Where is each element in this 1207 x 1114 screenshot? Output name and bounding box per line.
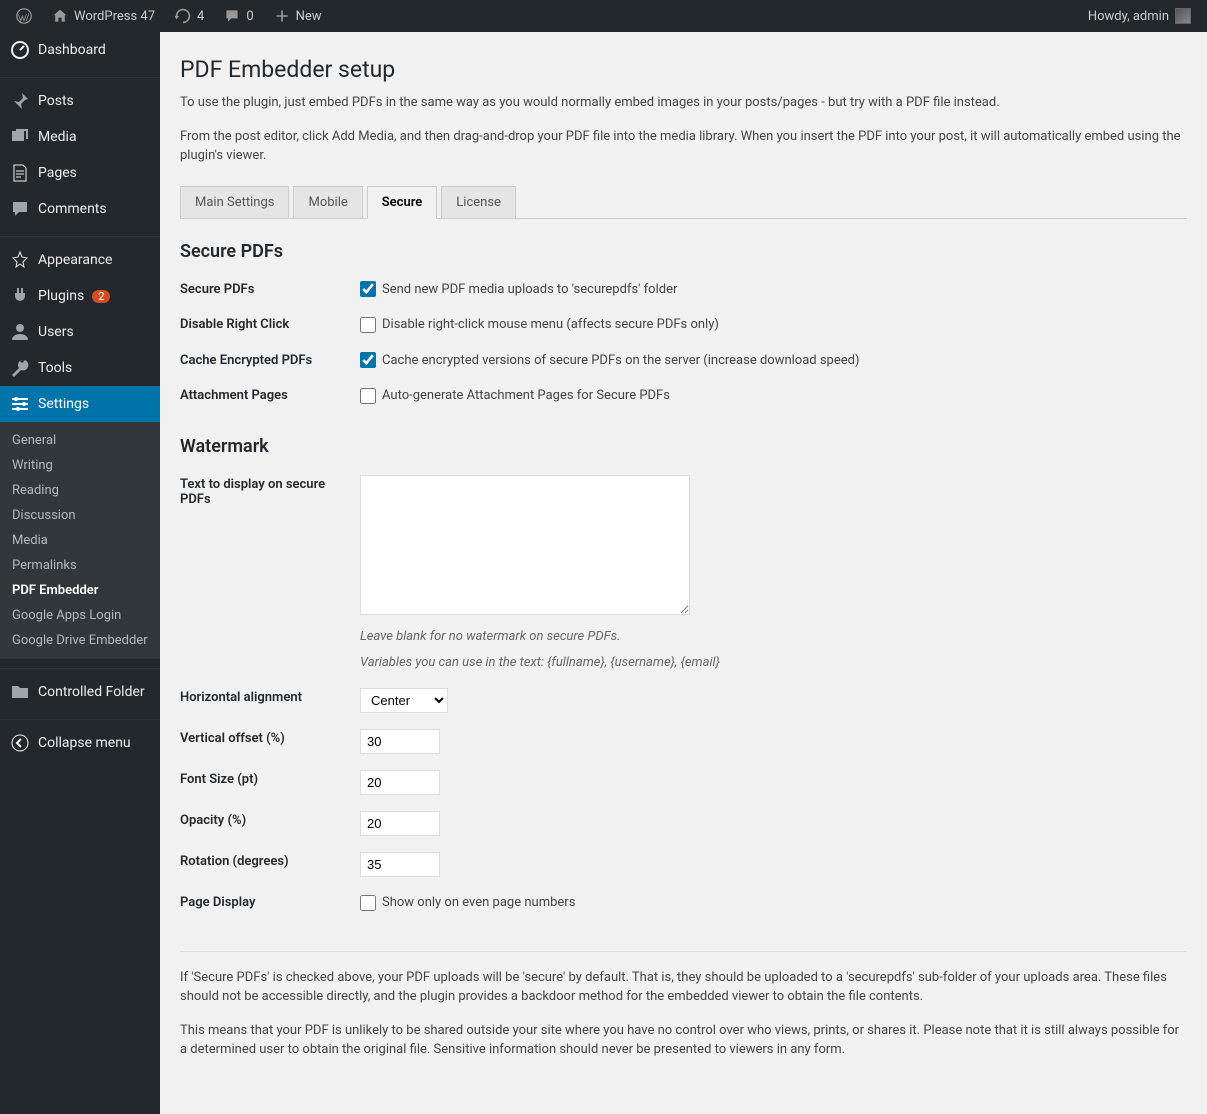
media-icon xyxy=(10,127,30,147)
menu-plugins[interactable]: Plugins2 xyxy=(0,278,160,314)
rotation-label: Rotation (degrees) xyxy=(180,844,350,885)
secure-pdfs-checkbox[interactable] xyxy=(360,281,376,297)
main-content: PDF Embedder setup To use the plugin, ju… xyxy=(160,32,1207,1114)
howdy-text: Howdy, admin xyxy=(1088,9,1169,24)
plus-icon xyxy=(274,8,290,24)
disable-rc-row[interactable]: Disable right-click mouse menu (affects … xyxy=(360,317,719,332)
wordpress-icon xyxy=(16,8,32,24)
folder-icon xyxy=(10,682,30,702)
sub-google-drive[interactable]: Google Drive Embedder xyxy=(0,628,160,653)
menu-appearance[interactable]: Appearance xyxy=(0,242,160,278)
menu-controlled-folder[interactable]: Controlled Folder xyxy=(0,674,160,710)
sub-general[interactable]: General xyxy=(0,428,160,453)
sub-writing[interactable]: Writing xyxy=(0,453,160,478)
pagedisplay-row[interactable]: Show only on even page numbers xyxy=(360,895,575,910)
opacity-label: Opacity (%) xyxy=(180,803,350,844)
updates-icon xyxy=(175,8,191,24)
footer-p2: This means that your PDF is unlikely to … xyxy=(180,1021,1187,1060)
fontsize-input[interactable] xyxy=(360,770,440,795)
pagedisplay-checkbox[interactable] xyxy=(360,895,376,911)
plugins-badge: 2 xyxy=(92,290,110,303)
tab-license[interactable]: License xyxy=(441,186,516,219)
sub-discussion[interactable]: Discussion xyxy=(0,503,160,528)
tab-secure[interactable]: Secure xyxy=(367,186,438,219)
attach-row[interactable]: Auto-generate Attachment Pages for Secur… xyxy=(360,388,670,403)
divider xyxy=(180,951,1187,952)
avatar xyxy=(1175,8,1191,24)
cache-checkbox[interactable] xyxy=(360,352,376,368)
site-name: WordPress 47 xyxy=(74,9,155,24)
tools-icon xyxy=(10,358,30,378)
attach-label: Attachment Pages xyxy=(180,378,350,414)
updates-link[interactable]: 4 xyxy=(167,0,212,32)
wp-logo[interactable] xyxy=(8,0,40,32)
cache-row[interactable]: Cache encrypted versions of secure PDFs … xyxy=(360,353,860,368)
wm-text-input[interactable] xyxy=(360,475,690,615)
users-icon xyxy=(10,322,30,342)
plugin-icon xyxy=(10,286,30,306)
tab-mobile[interactable]: Mobile xyxy=(293,186,362,219)
halign-select[interactable]: Center xyxy=(360,688,448,713)
footer-p1: If 'Secure PDFs' is checked above, your … xyxy=(180,968,1187,1007)
disable-rc-label: Disable Right Click xyxy=(180,307,350,343)
admin-bar: WordPress 47 4 0 New Howdy, admin xyxy=(0,0,1207,32)
settings-submenu: General Writing Reading Discussion Media… xyxy=(0,422,160,659)
settings-tabs: Main Settings Mobile Secure License xyxy=(180,186,1187,219)
menu-settings[interactable]: Settings xyxy=(0,386,160,422)
secure-heading: Secure PDFs xyxy=(180,241,1187,262)
voffset-label: Vertical offset (%) xyxy=(180,721,350,762)
collapse-menu[interactable]: Collapse menu xyxy=(0,725,160,761)
updates-count: 4 xyxy=(197,9,204,24)
wm-hint2: Variables you can use in the text: {full… xyxy=(360,653,1177,673)
sub-media[interactable]: Media xyxy=(0,528,160,553)
home-icon xyxy=(52,8,68,24)
comments-link[interactable]: 0 xyxy=(216,0,261,32)
halign-label: Horizontal alignment xyxy=(180,680,350,721)
tab-main[interactable]: Main Settings xyxy=(180,186,289,219)
menu-media[interactable]: Media xyxy=(0,119,160,155)
sub-pdf-embedder[interactable]: PDF Embedder xyxy=(0,578,160,603)
site-link[interactable]: WordPress 47 xyxy=(44,0,163,32)
dashboard-icon xyxy=(10,40,30,60)
disable-rc-checkbox[interactable] xyxy=(360,317,376,333)
new-label: New xyxy=(296,9,322,24)
sub-google-apps[interactable]: Google Apps Login xyxy=(0,603,160,628)
menu-comments[interactable]: Comments xyxy=(0,191,160,227)
sub-permalinks[interactable]: Permalinks xyxy=(0,553,160,578)
menu-dashboard[interactable]: Dashboard xyxy=(0,32,160,68)
secure-pdfs-label: Secure PDFs xyxy=(180,272,350,308)
account-link[interactable]: Howdy, admin xyxy=(1080,0,1199,32)
sub-reading[interactable]: Reading xyxy=(0,478,160,503)
pagedisplay-label: Page Display xyxy=(180,885,350,921)
secure-pdfs-row[interactable]: Send new PDF media uploads to 'securepdf… xyxy=(360,282,677,297)
appearance-icon xyxy=(10,250,30,270)
pin-icon xyxy=(10,91,30,111)
page-icon xyxy=(10,163,30,183)
menu-users[interactable]: Users xyxy=(0,314,160,350)
menu-tools[interactable]: Tools xyxy=(0,350,160,386)
rotation-input[interactable] xyxy=(360,852,440,877)
wm-text-label: Text to display on secure PDFs xyxy=(180,467,350,681)
menu-pages[interactable]: Pages xyxy=(0,155,160,191)
intro-1: To use the plugin, just embed PDFs in th… xyxy=(180,93,1187,113)
comments-icon xyxy=(10,199,30,219)
cache-label: Cache Encrypted PDFs xyxy=(180,343,350,379)
opacity-input[interactable] xyxy=(360,811,440,836)
admin-sidebar: Dashboard Posts Media Pages Comments App… xyxy=(0,32,160,1114)
new-link[interactable]: New xyxy=(266,0,330,32)
comment-icon xyxy=(224,8,240,24)
settings-icon xyxy=(10,394,30,414)
collapse-icon xyxy=(10,733,30,753)
voffset-input[interactable] xyxy=(360,729,440,754)
watermark-heading: Watermark xyxy=(180,436,1187,457)
comments-count: 0 xyxy=(246,9,253,24)
wm-hint1: Leave blank for no watermark on secure P… xyxy=(360,627,1177,647)
attach-checkbox[interactable] xyxy=(360,388,376,404)
intro-2: From the post editor, click Add Media, a… xyxy=(180,127,1187,166)
page-title: PDF Embedder setup xyxy=(180,56,1187,83)
fontsize-label: Font Size (pt) xyxy=(180,762,350,803)
menu-posts[interactable]: Posts xyxy=(0,83,160,119)
